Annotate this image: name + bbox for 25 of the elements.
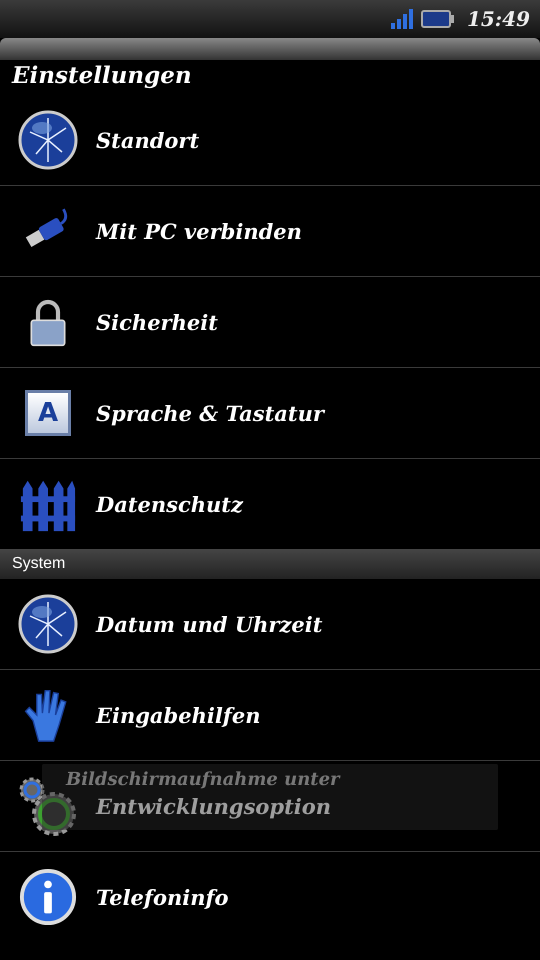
item-label: Telefoninfo <box>96 884 229 910</box>
item-label: Eingabehilfen <box>96 702 260 728</box>
item-label: Mit PC verbinden <box>96 218 302 244</box>
item-label: Entwicklungsoption <box>96 794 332 818</box>
globe-icon <box>18 110 78 170</box>
item-label: Datum und Uhrzeit <box>96 612 322 636</box>
clock: 15:49 <box>466 7 530 31</box>
signal-icon <box>390 9 415 29</box>
settings-item[interactable]: A Sprache & Tastatur <box>0 367 540 458</box>
info-icon <box>19 868 77 926</box>
settings-item[interactable]: Eingabehilfen <box>0 669 540 760</box>
item-label: Standort <box>96 128 200 152</box>
item-label: Sicherheit <box>96 310 218 334</box>
settings-item[interactable]: Datum und Uhrzeit <box>0 579 540 669</box>
keyboard-key-icon: A <box>25 390 71 436</box>
screen-title: Einstellungen <box>10 61 193 91</box>
item-label: Sprache & Tastatur <box>96 400 324 426</box>
battery-icon <box>420 9 455 29</box>
settings-item[interactable]: Sicherheit <box>0 276 540 367</box>
globe-icon <box>18 594 78 654</box>
settings-item[interactable]: Standort <box>0 95 540 185</box>
settings-item[interactable]: Mit PC verbinden <box>0 185 540 276</box>
settings-item[interactable]: Telefoninfo <box>0 851 540 942</box>
item-label: Datenschutz <box>96 492 243 516</box>
section-header: System <box>0 549 540 579</box>
